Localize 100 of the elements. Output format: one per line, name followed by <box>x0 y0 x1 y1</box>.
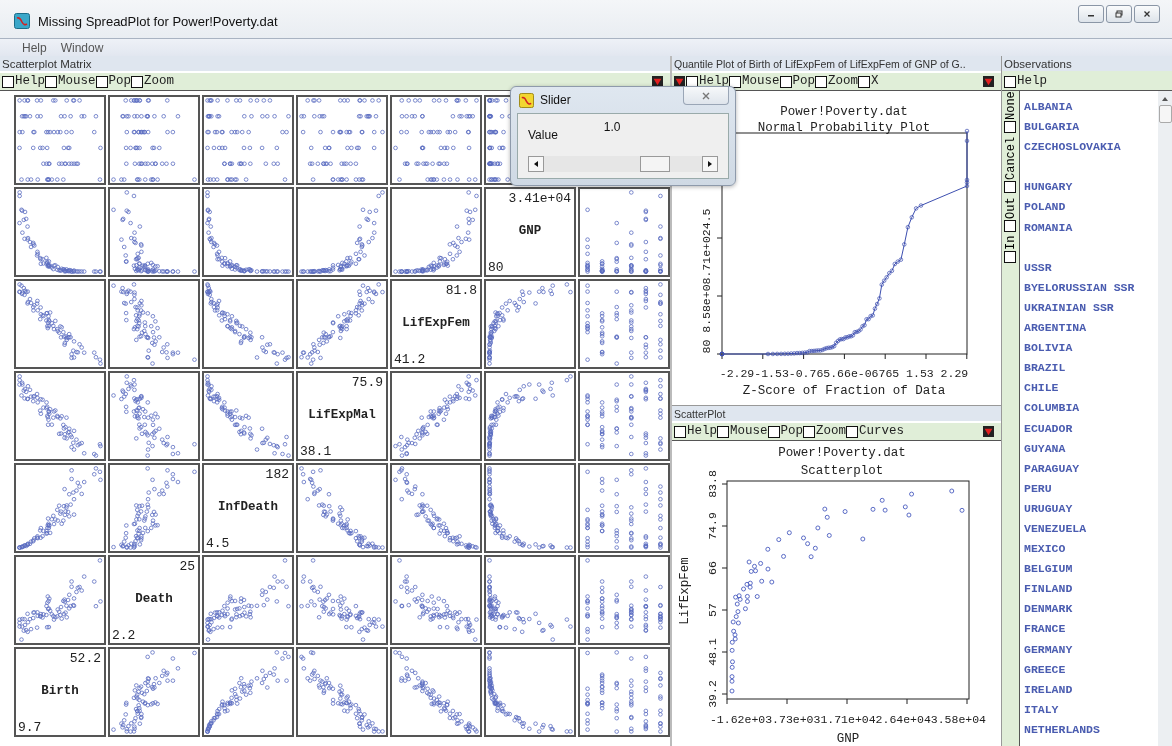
mini-scatterplot[interactable] <box>14 187 106 277</box>
data-point[interactable] <box>734 601 740 607</box>
data-point[interactable] <box>824 514 830 520</box>
data-point[interactable] <box>815 525 821 531</box>
side-checkbox[interactable]: None <box>1002 91 1019 133</box>
mini-scatterplot[interactable] <box>202 555 294 645</box>
data-point[interactable] <box>730 659 735 665</box>
menu-item[interactable]: Window <box>60 40 104 55</box>
side-checkbox[interactable]: Out <box>1002 197 1019 232</box>
mini-scatterplot[interactable] <box>484 647 576 737</box>
data-point[interactable] <box>731 628 737 634</box>
mini-scatterplot[interactable] <box>14 95 106 185</box>
mini-scatterplot[interactable] <box>578 187 670 277</box>
observation-item[interactable]: GUYANA <box>1024 438 1158 459</box>
observation-item[interactable]: COLUMBIA <box>1024 398 1158 419</box>
observation-item[interactable]: FRANCE <box>1024 619 1158 640</box>
data-point[interactable] <box>765 566 771 572</box>
mini-scatterplot[interactable] <box>108 187 200 277</box>
observation-item[interactable]: ITALY <box>1024 699 1158 720</box>
observation-item[interactable]: CHILE <box>1024 378 1158 399</box>
observation-item[interactable]: CZECHOSLOVAKIA <box>1024 137 1158 158</box>
data-point[interactable] <box>747 580 753 586</box>
dropdown-triangle-icon[interactable] <box>983 76 994 87</box>
data-point[interactable] <box>729 674 735 680</box>
observation-item[interactable]: IRELAND <box>1024 679 1158 700</box>
observation-item[interactable]: DENMARK <box>1024 599 1158 620</box>
mini-scatterplot[interactable] <box>296 95 388 185</box>
toolbar-checkbox[interactable]: Help <box>2 75 45 88</box>
toolbar-checkbox[interactable]: Zoom <box>803 425 847 438</box>
data-point[interactable] <box>744 593 750 599</box>
data-point[interactable] <box>753 568 758 574</box>
observation-item[interactable]: BELGIUM <box>1024 559 1158 580</box>
mini-scatterplot[interactable] <box>484 371 576 461</box>
mini-scatterplot[interactable] <box>578 555 670 645</box>
toolbar-checkbox[interactable]: Mouse <box>729 75 780 88</box>
toolbar-checkbox[interactable]: Pop <box>779 75 816 88</box>
data-point[interactable] <box>741 586 746 592</box>
scroll-thumb[interactable] <box>1158 105 1172 123</box>
mini-scatterplot[interactable] <box>202 187 294 277</box>
mini-scatterplot[interactable] <box>202 371 294 461</box>
data-point[interactable] <box>742 606 748 612</box>
toolbar-checkbox[interactable]: Zoom <box>815 75 859 88</box>
data-point[interactable] <box>729 639 735 645</box>
mini-scatterplot[interactable] <box>390 187 482 277</box>
mini-scatterplot[interactable] <box>296 279 388 369</box>
mini-scatterplot[interactable] <box>390 463 482 553</box>
toolbar-checkbox[interactable]: Zoom <box>131 75 175 88</box>
mini-scatterplot[interactable] <box>108 463 200 553</box>
mini-scatterplot[interactable] <box>14 371 106 461</box>
data-point[interactable] <box>744 581 750 587</box>
mini-scatterplot[interactable] <box>108 371 200 461</box>
data-point[interactable] <box>801 535 806 541</box>
data-point[interactable] <box>752 563 757 569</box>
data-point[interactable] <box>729 688 735 694</box>
data-point[interactable] <box>842 509 848 514</box>
data-point[interactable] <box>730 619 736 625</box>
data-point[interactable] <box>879 497 885 503</box>
data-point[interactable] <box>822 506 828 512</box>
data-point[interactable] <box>902 504 908 510</box>
data-point[interactable] <box>729 664 735 670</box>
menu-item[interactable]: Help <box>22 40 47 55</box>
toolbar-checkbox[interactable]: Help <box>674 425 717 438</box>
data-point[interactable] <box>959 507 965 513</box>
observation-item[interactable]: MEXICO <box>1024 539 1158 560</box>
observation-item[interactable]: USSR <box>1024 257 1158 278</box>
mini-scatterplot[interactable] <box>578 647 670 737</box>
data-point[interactable] <box>909 491 915 497</box>
data-point[interactable] <box>808 554 814 560</box>
data-point[interactable] <box>758 560 764 566</box>
toolbar-checkbox[interactable]: Help <box>1004 75 1047 88</box>
data-point[interactable] <box>781 553 786 559</box>
data-point[interactable] <box>736 593 742 599</box>
mini-scatterplot[interactable] <box>296 187 388 277</box>
toolbar-checkbox[interactable]: Mouse <box>45 75 96 88</box>
observation-item[interactable]: URUGUAY <box>1024 498 1158 519</box>
side-checkbox[interactable]: In <box>1002 235 1019 264</box>
mini-scatterplot[interactable] <box>202 95 294 185</box>
observation-item[interactable]: ROMANIA <box>1024 217 1158 238</box>
data-point[interactable] <box>732 632 738 638</box>
slider-thumb[interactable] <box>640 155 670 172</box>
data-point[interactable] <box>882 507 888 513</box>
mini-scatterplot[interactable] <box>202 647 294 737</box>
mini-scatterplot[interactable] <box>296 463 388 553</box>
scrollbar[interactable] <box>1158 91 1172 746</box>
observation-item[interactable]: FINLAND <box>1024 579 1158 600</box>
close-button[interactable] <box>1134 5 1160 23</box>
observation-item[interactable]: PERU <box>1024 478 1158 499</box>
scroll-left-button[interactable] <box>528 155 544 172</box>
dropdown-triangle-icon[interactable] <box>983 426 994 437</box>
mini-scatterplot[interactable] <box>202 279 294 369</box>
data-point[interactable] <box>733 594 739 600</box>
data-point[interactable] <box>805 541 811 547</box>
observation-item[interactable]: BYELORUSSIAN SSR <box>1024 277 1158 298</box>
mini-scatterplot[interactable] <box>484 463 576 553</box>
data-point[interactable] <box>860 536 866 542</box>
toolbar-checkbox[interactable]: Curves <box>846 425 905 438</box>
observation-item[interactable]: NETHERLANDS <box>1024 719 1158 740</box>
observation-item[interactable]: GREECE <box>1024 659 1158 680</box>
mini-scatterplot[interactable] <box>108 279 200 369</box>
observation-item[interactable]: BRAZIL <box>1024 358 1158 379</box>
